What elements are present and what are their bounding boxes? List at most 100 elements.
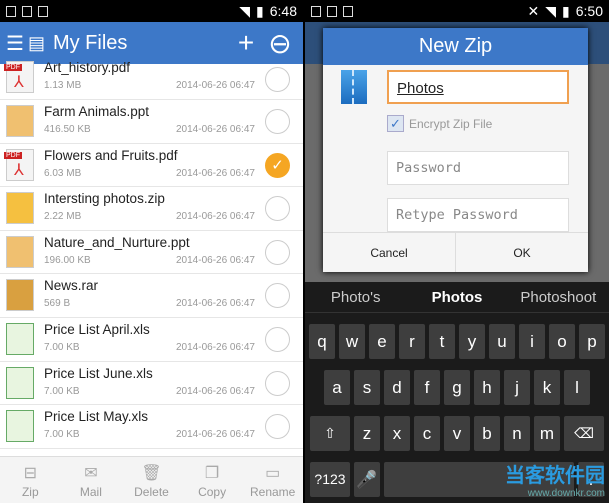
select-checkbox[interactable]	[265, 109, 290, 134]
copy-button[interactable]: ❐ Copy	[182, 457, 243, 503]
encrypt-checkbox[interactable]: ✓	[387, 115, 404, 132]
ok-button[interactable]: OK	[455, 233, 588, 272]
file-size: 569 B	[44, 298, 71, 310]
battery-icon: ▮	[256, 2, 264, 19]
ppt-file-icon	[6, 235, 34, 268]
file-size: 7.00 KB	[44, 341, 80, 353]
backspace-key[interactable]: ⌫	[564, 416, 604, 451]
status-time: 6:50	[575, 3, 603, 19]
symbols-key[interactable]: ?123	[310, 462, 350, 497]
select-checkbox[interactable]	[265, 239, 290, 265]
file-size: 416.50 KB	[44, 124, 91, 135]
key-w[interactable]: w	[339, 324, 365, 359]
key-h[interactable]: h	[474, 370, 500, 405]
key-k[interactable]: k	[534, 370, 560, 405]
key-j[interactable]: j	[504, 370, 530, 405]
cancel-button[interactable]: Cancel	[323, 233, 455, 272]
key-y[interactable]: y	[459, 324, 485, 359]
retype-password-input[interactable]: Retype Password	[387, 198, 569, 232]
add-button[interactable]: +	[229, 27, 263, 59]
encrypt-option[interactable]: ✓ Encrypt Zip File	[387, 115, 492, 132]
mute-icon: ✕	[527, 2, 540, 19]
file-row[interactable]: Intersting photos.zip 2.22 MB 2014-06-26…	[0, 187, 303, 231]
mail-icon: ✉	[84, 465, 98, 482]
zip-button[interactable]: ⊟ Zip	[0, 457, 61, 503]
key-r[interactable]: r	[399, 324, 425, 359]
select-checkbox[interactable]	[265, 326, 290, 352]
key-d[interactable]: d	[384, 370, 410, 405]
download-icon	[311, 5, 321, 17]
key-m[interactable]: m	[534, 416, 560, 451]
key-v[interactable]: v	[444, 416, 470, 451]
key-s[interactable]: s	[354, 370, 380, 405]
key-e[interactable]: e	[369, 324, 395, 359]
file-row[interactable]: Flowers and Fruits.pdf 6.03 MB 2014-06-2…	[0, 144, 303, 188]
key-p[interactable]: p	[579, 324, 605, 359]
suggestion[interactable]: Photoshoot	[508, 282, 609, 312]
select-checkbox[interactable]	[265, 196, 290, 222]
zip-name-input[interactable]: Photos	[387, 70, 569, 104]
pdf-file-icon	[4, 61, 34, 93]
deselect-button[interactable]: ⊖	[263, 27, 297, 60]
key-q[interactable]: q	[309, 324, 335, 359]
rar-file-icon	[6, 279, 34, 312]
file-row[interactable]: News.rar 569 B 2014-06-26 06:47	[0, 274, 303, 318]
key-a[interactable]: a	[324, 370, 350, 405]
trash-icon: 🗑	[141, 465, 162, 482]
file-row[interactable]: Price List April.xls 7.00 KB 2014-06-26 …	[0, 318, 303, 362]
image-icon	[22, 5, 32, 17]
key-c[interactable]: c	[414, 416, 440, 451]
password-input[interactable]: Password	[387, 151, 569, 185]
app-logo-icon: ▤	[27, 32, 45, 53]
key-x[interactable]: x	[384, 416, 410, 451]
zip-file-icon	[6, 192, 34, 225]
key-g[interactable]: g	[444, 370, 470, 405]
file-date: 2014-06-26 06:47	[176, 211, 255, 223]
file-date: 2014-06-26 06:47	[176, 124, 255, 135]
rename-button[interactable]: ▭ Rename	[242, 457, 303, 503]
shift-key[interactable]: ⇧	[310, 416, 350, 451]
mic-key[interactable]: 🎤	[354, 462, 380, 497]
zip-icon: ⊟	[23, 465, 37, 482]
select-checkbox[interactable]	[265, 283, 290, 309]
key-n[interactable]: n	[504, 416, 530, 451]
page-title: My Files	[52, 31, 128, 54]
watermark: 当客软件园 www.downkr.com	[505, 465, 605, 499]
key-l[interactable]: l	[564, 370, 590, 405]
wifi-icon: ◥	[239, 2, 251, 19]
keyboard: Photo's Photos Photoshoot qwertyuiop asd…	[305, 282, 609, 503]
key-t[interactable]: t	[429, 324, 455, 359]
delete-button[interactable]: 🗑 Delete	[121, 457, 182, 503]
select-checkbox[interactable]	[265, 370, 290, 396]
wifi-icon: ◥	[545, 2, 557, 19]
key-z[interactable]: z	[354, 416, 380, 451]
file-name: Art_history.pdf	[44, 60, 131, 75]
file-row[interactable]: Farm Animals.ppt 416.50 KB 2014-06-26 06…	[0, 100, 303, 144]
file-row[interactable]: Nature_and_Nurture.ppt 196.00 KB 2014-06…	[0, 231, 303, 275]
key-o[interactable]: o	[549, 324, 575, 359]
suggestion[interactable]: Photos	[406, 282, 507, 312]
file-date: 2014-06-26 06:47	[176, 385, 255, 397]
file-row[interactable]: Price List May.xls 7.00 KB 2014-06-26 06…	[0, 405, 303, 449]
file-row[interactable]: Price List June.xls 7.00 KB 2014-06-26 0…	[0, 362, 303, 406]
menu-icon[interactable]: ☰	[6, 31, 24, 56]
key-b[interactable]: b	[474, 416, 500, 451]
suggestion[interactable]: Photo's	[305, 282, 406, 312]
download-icon	[6, 5, 16, 17]
select-checkbox[interactable]	[265, 67, 290, 92]
select-checkbox[interactable]	[265, 414, 290, 440]
new-zip-screen: ✕ ◥ ▮ 6:50 New Zip Photos ✓ Encrypt Zip …	[305, 0, 609, 503]
file-row[interactable]: Art_history.pdf 1.13 MB 2014-06-26 06:47	[0, 60, 303, 100]
status-bar: ◥ ▮ 6:48	[0, 0, 303, 22]
zip-file-icon	[341, 70, 367, 104]
suggestion-strip: Photo's Photos Photoshoot	[305, 282, 609, 313]
app-header: ☰ ▤ My Files + ⊖	[0, 22, 303, 64]
file-size: 1.13 MB	[44, 80, 82, 91]
pdf-file-icon	[4, 148, 34, 181]
select-checkbox[interactable]: ✓	[265, 152, 290, 178]
mail-button[interactable]: ✉ Mail	[61, 457, 122, 503]
key-u[interactable]: u	[489, 324, 515, 359]
file-date: 2014-06-26 06:47	[176, 80, 255, 91]
key-f[interactable]: f	[414, 370, 440, 405]
key-i[interactable]: i	[519, 324, 545, 359]
